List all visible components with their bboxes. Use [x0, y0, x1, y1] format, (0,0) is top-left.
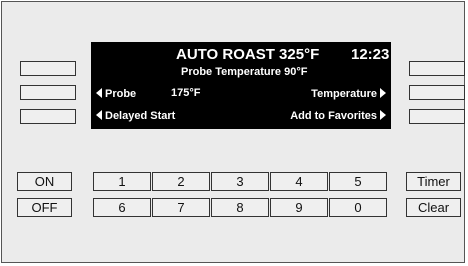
left-soft-key-3[interactable]	[20, 109, 76, 124]
arrow-left-icon	[96, 110, 102, 120]
right-soft-key-2[interactable]	[409, 85, 465, 100]
add-to-favorites-option[interactable]: Add to Favorites	[290, 110, 386, 122]
left-soft-key-2[interactable]	[20, 85, 76, 100]
right-soft-key-1[interactable]	[409, 61, 465, 76]
digit-6-key[interactable]: 6	[93, 198, 151, 217]
on-button[interactable]: ON	[17, 172, 72, 191]
add-to-favorites-label: Add to Favorites	[290, 110, 377, 122]
digit-0-key[interactable]: 0	[329, 198, 387, 217]
delayed-start-label: Delayed Start	[105, 110, 176, 122]
probe-value: 175°F	[171, 87, 201, 99]
clear-button[interactable]: Clear	[406, 198, 461, 217]
temperature-option[interactable]: Temperature	[311, 88, 386, 100]
oven-control-panel: AUTO ROAST 325°F 12:23 Probe Temperature…	[1, 1, 465, 263]
digit-4-key[interactable]: 4	[270, 172, 328, 191]
digit-7-key[interactable]: 7	[152, 198, 210, 217]
left-soft-key-1[interactable]	[20, 61, 76, 76]
right-soft-key-3[interactable]	[409, 109, 465, 124]
probe-option-label: Probe	[105, 88, 137, 100]
digit-5-key[interactable]: 5	[329, 172, 387, 191]
delayed-start-option[interactable]: Delayed Start	[96, 110, 175, 122]
mode-title: AUTO ROAST 325°F	[176, 46, 320, 63]
arrow-right-icon	[380, 88, 386, 98]
timer-button[interactable]: Timer	[406, 172, 461, 191]
arrow-left-icon	[96, 88, 102, 98]
digit-9-key[interactable]: 9	[270, 198, 328, 217]
digit-1-key[interactable]: 1	[93, 172, 151, 191]
off-button[interactable]: OFF	[17, 198, 72, 217]
digit-8-key[interactable]: 8	[211, 198, 269, 217]
clock: 12:23	[351, 46, 390, 63]
digit-2-key[interactable]: 2	[152, 172, 210, 191]
display-screen: AUTO ROAST 325°F 12:23 Probe Temperature…	[91, 42, 391, 129]
probe-option[interactable]: Probe	[96, 88, 136, 100]
digit-3-key[interactable]: 3	[211, 172, 269, 191]
probe-temperature-status: Probe Temperature 90°F	[181, 66, 308, 78]
temperature-option-label: Temperature	[311, 88, 377, 100]
arrow-right-icon	[380, 110, 386, 120]
